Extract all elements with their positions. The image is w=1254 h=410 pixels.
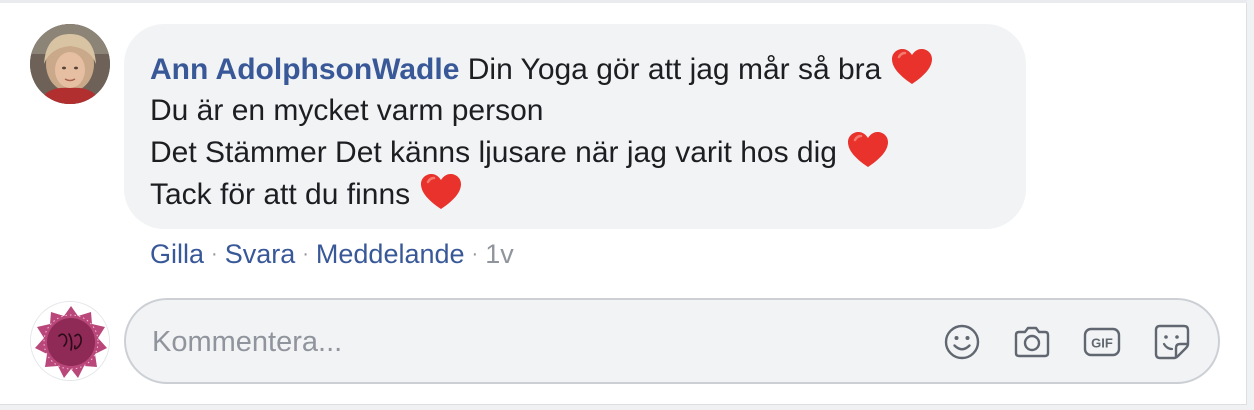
comment-line-4: Tack för att du finns bbox=[150, 173, 1026, 215]
svg-text:GIF: GIF bbox=[1091, 336, 1113, 351]
comment-text: Din Yoga gör att jag mår så bra bbox=[467, 53, 882, 86]
author-name[interactable]: Ann AdolphsonWadle bbox=[150, 53, 459, 86]
timestamp[interactable]: 1v bbox=[485, 239, 514, 269]
heart-emoji-icon bbox=[891, 48, 933, 86]
comment-line-3: Det Stämmer Det känns ljusare när jag va… bbox=[150, 131, 1026, 173]
comment-text: Tack för att du finns bbox=[150, 178, 411, 211]
comment-section: Ann AdolphsonWadle Din Yoga gör att jag … bbox=[0, 0, 1247, 405]
comment-composer: GIF bbox=[124, 298, 1220, 384]
reply-link[interactable]: Svara bbox=[225, 239, 296, 269]
heart-emoji-icon bbox=[420, 173, 462, 211]
gif-icon[interactable]: GIF bbox=[1082, 322, 1122, 362]
comment-bubble: Ann AdolphsonWadle Din Yoga gör att jag … bbox=[124, 24, 1026, 229]
comment-text: Det Stämmer Det känns ljusare när jag va… bbox=[150, 136, 837, 169]
like-link[interactable]: Gilla bbox=[150, 239, 204, 269]
divider bbox=[0, 0, 1247, 3]
commenter-avatar[interactable] bbox=[30, 24, 110, 104]
message-link[interactable]: Meddelande bbox=[316, 239, 465, 269]
smiley-icon[interactable] bbox=[942, 322, 982, 362]
separator: · bbox=[471, 243, 479, 265]
comment-line-2: Du är en mycket varm person bbox=[150, 94, 544, 127]
current-user-avatar[interactable] bbox=[30, 301, 110, 381]
sticker-icon[interactable] bbox=[1152, 322, 1192, 362]
separator: · bbox=[302, 243, 309, 265]
comment-line-1: Ann AdolphsonWadle Din Yoga gör att jag … bbox=[150, 48, 1026, 90]
camera-icon[interactable] bbox=[1012, 322, 1052, 362]
comment-actions: Gilla · Svara · Meddelande · 1v bbox=[150, 236, 514, 272]
separator: · bbox=[211, 243, 218, 265]
comment-input[interactable] bbox=[152, 320, 912, 364]
heart-emoji-icon bbox=[847, 131, 889, 169]
